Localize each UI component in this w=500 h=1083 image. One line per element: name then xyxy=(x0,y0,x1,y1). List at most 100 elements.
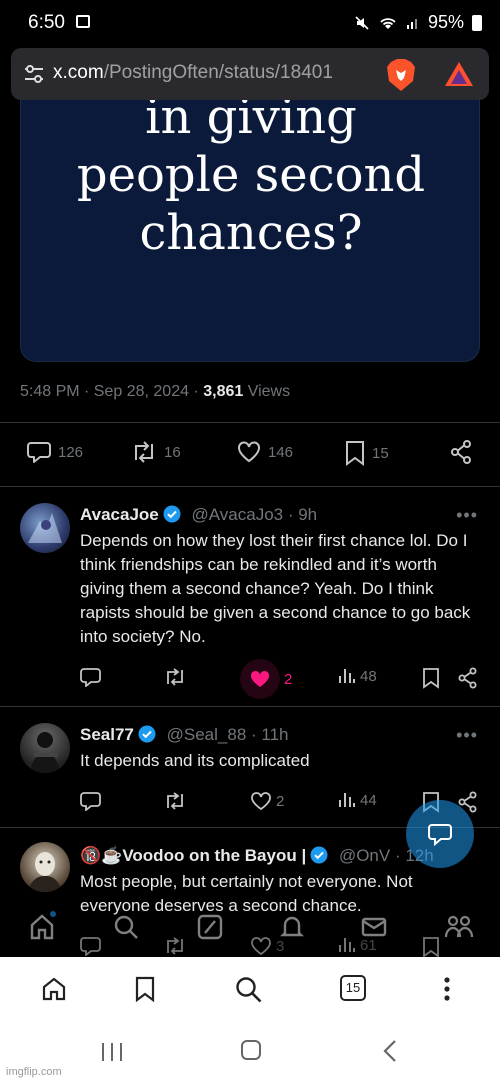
post-image[interactable]: in giving people second chances? xyxy=(20,100,480,362)
avatar[interactable] xyxy=(20,723,70,773)
repost-button[interactable] xyxy=(163,667,187,687)
reply-author-name: 🔞☕Voodoo on the Bayou | xyxy=(80,846,307,865)
reply-author[interactable]: AvacaJoe @AvacaJo3 · 9h xyxy=(80,505,317,525)
communities-icon[interactable] xyxy=(444,913,474,941)
reply-author-name: AvacaJoe xyxy=(80,505,159,524)
url-domain: x.com xyxy=(53,62,104,83)
mute-icon xyxy=(355,15,369,30)
post-actions: 126 16 146 15 xyxy=(0,440,500,476)
reply-count: 126 xyxy=(58,443,84,461)
reply-button[interactable] xyxy=(80,791,102,811)
status-icons: 95% xyxy=(354,12,482,33)
analytics-icon xyxy=(339,793,355,807)
like-count: 2 xyxy=(284,670,293,688)
bookmark-button[interactable] xyxy=(422,667,440,689)
messages-icon[interactable] xyxy=(360,913,388,941)
repost-button[interactable]: 16 xyxy=(130,440,181,464)
reply-button[interactable]: 126 xyxy=(26,440,83,464)
avatar-soldier-icon xyxy=(30,732,60,773)
browser-menu-icon[interactable] xyxy=(440,975,454,1003)
url-text[interactable]: x.com/PostingOften/status/18401 xyxy=(53,62,383,84)
reply-item[interactable]: AvacaJoe @AvacaJo3 · 9h ••• Depends on h… xyxy=(0,487,500,706)
home-button-icon[interactable] xyxy=(240,1039,262,1061)
battery-icon xyxy=(472,14,482,31)
views-button[interactable]: 44 xyxy=(338,791,377,809)
share-icon xyxy=(458,667,477,689)
notification-dot xyxy=(50,911,56,917)
browser-bookmark-icon[interactable] xyxy=(134,975,156,1003)
browser-home-icon[interactable] xyxy=(40,975,68,1003)
heart-icon xyxy=(251,792,271,811)
like-highlight xyxy=(240,659,280,699)
url-path: /PostingOften/status/18401 xyxy=(103,62,333,83)
home-icon[interactable] xyxy=(28,913,56,941)
like-button[interactable]: 2 xyxy=(250,791,284,811)
wifi-icon xyxy=(380,17,396,29)
grok-icon[interactable] xyxy=(196,913,224,941)
avatar-figure-icon xyxy=(28,513,62,543)
watermark: imgflip.com xyxy=(6,1066,62,1078)
share-button[interactable] xyxy=(458,667,478,689)
share-button[interactable] xyxy=(450,440,472,464)
x-bottom-nav xyxy=(0,905,500,957)
reply-handle: @AvacaJo3 · 9h xyxy=(191,505,318,524)
divider xyxy=(0,422,500,423)
views-count: 44 xyxy=(360,791,377,809)
analytics-icon xyxy=(339,669,355,683)
repost-icon xyxy=(135,441,153,463)
reply-icon xyxy=(27,442,51,463)
repost-icon xyxy=(167,668,183,686)
avatar[interactable] xyxy=(20,503,70,553)
like-button[interactable]: 2 xyxy=(240,659,292,699)
more-options-icon[interactable]: ••• xyxy=(456,725,478,746)
bookmark-button[interactable]: 15 xyxy=(344,440,389,466)
like-button[interactable]: 146 xyxy=(236,440,293,464)
verified-badge-icon xyxy=(138,725,156,743)
notifications-bell-icon[interactable] xyxy=(278,913,306,941)
recent-apps-icon[interactable] xyxy=(100,1041,124,1063)
browser-search-icon[interactable] xyxy=(234,975,264,1005)
views-count: 48 xyxy=(360,667,377,685)
compose-reply-button[interactable] xyxy=(406,800,474,868)
post-image-text: in giving people second chances? xyxy=(76,100,426,261)
reply-icon xyxy=(80,668,101,687)
views-button[interactable]: 48 xyxy=(338,667,377,685)
reply-author[interactable]: 🔞☕Voodoo on the Bayou | @OnV · 12h xyxy=(80,846,434,866)
brave-rewards-icon[interactable] xyxy=(443,60,475,88)
reply-text: Depends on how they lost their first cha… xyxy=(80,531,471,646)
reply-text: It depends and its complicated xyxy=(80,751,310,770)
post-meta: 5:48 PM · Sep 28, 2024 · 3,861 Views xyxy=(20,383,290,401)
brave-shields-icon[interactable] xyxy=(385,58,417,92)
status-time: 6:50 xyxy=(28,12,65,33)
repost-button[interactable] xyxy=(163,791,187,811)
views-count: 3,861 xyxy=(203,383,244,400)
verified-badge-icon xyxy=(310,846,328,864)
reply-button[interactable] xyxy=(80,667,102,687)
tab-switcher-button[interactable]: 15 xyxy=(340,975,366,1001)
address-bar[interactable]: x.com/PostingOften/status/18401 xyxy=(11,48,489,100)
more-options-icon[interactable]: ••• xyxy=(456,505,478,526)
repost-count: 16 xyxy=(164,443,181,461)
avatar[interactable] xyxy=(20,842,70,892)
back-button-icon[interactable] xyxy=(382,1039,398,1063)
views-label: Views xyxy=(243,383,291,400)
bookmark-count: 15 xyxy=(372,444,389,462)
share-icon xyxy=(451,440,471,464)
bookmark-icon xyxy=(423,668,439,689)
like-count: 2 xyxy=(276,792,285,810)
search-icon[interactable] xyxy=(112,913,140,941)
repost-icon xyxy=(167,792,183,810)
browser-toolbar: 15 xyxy=(0,957,500,1021)
bookmark-icon xyxy=(346,441,364,466)
heart-icon xyxy=(238,441,260,463)
site-settings-icon[interactable] xyxy=(23,64,45,84)
signal-icon xyxy=(406,18,417,29)
reply-icon xyxy=(80,792,101,811)
like-count: 146 xyxy=(268,443,294,461)
post-timestamp[interactable]: 5:48 PM · Sep 28, 2024 · xyxy=(20,383,203,400)
reply-author[interactable]: Seal77 @Seal_88 · 11h xyxy=(80,725,288,745)
system-nav-bar xyxy=(0,1021,500,1083)
reply-author-name: Seal77 xyxy=(80,725,134,744)
battery-percent: 95% xyxy=(427,12,464,32)
heart-filled-icon xyxy=(250,670,270,687)
